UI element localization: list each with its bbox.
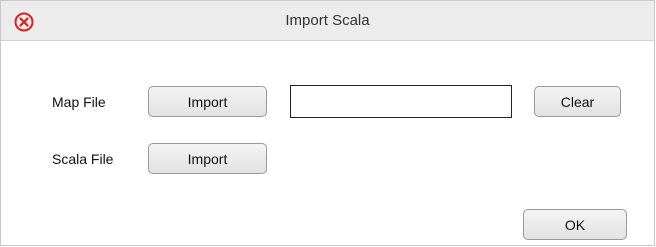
scala-file-import-button[interactable]: Import [148,143,267,174]
scala-file-label: Scala File [52,151,114,167]
ok-button[interactable]: OK [523,209,627,240]
map-file-import-button[interactable]: Import [148,86,267,117]
dialog-title: Import Scala [285,12,370,29]
import-scala-dialog: Import Scala Map File Import Clear Scala… [0,0,655,246]
map-file-path-field[interactable] [290,85,512,118]
title-bar: Import Scala [1,1,654,41]
map-file-label: Map File [52,94,106,110]
clear-button[interactable]: Clear [534,86,621,117]
